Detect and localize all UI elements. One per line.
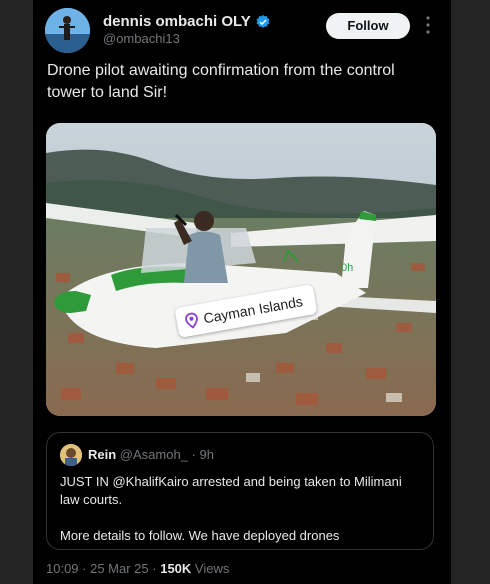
quoted-author-name: Rein: [88, 447, 117, 462]
svg-text:I0h: I0h: [338, 262, 353, 274]
post-image[interactable]: I0h Cayman Islands: [46, 123, 436, 416]
views-count: 150K: [160, 561, 192, 576]
location-pin-icon: [185, 312, 198, 329]
author-handle[interactable]: @ombachi13: [103, 31, 180, 46]
post-time[interactable]: 10:09: [46, 561, 79, 576]
quoted-separator: ·: [187, 447, 200, 462]
tweet-text: Drone pilot awaiting confirmation from t…: [47, 62, 395, 101]
follow-button[interactable]: Follow: [326, 13, 410, 39]
quoted-author-avatar: [60, 444, 82, 466]
quoted-line-1: JUST IN @KhalifKairo arrested and being …: [60, 474, 402, 507]
author-avatar[interactable]: [45, 8, 90, 53]
views-label: Views: [194, 561, 230, 576]
author-name-row: dennis ombachi OLY: [103, 13, 271, 30]
quoted-header: Rein @Asamoh_ · 9h: [88, 447, 214, 462]
quoted-author-handle: @Asamoh_: [119, 447, 188, 462]
post-date[interactable]: 25 Mar 25: [90, 561, 149, 576]
quoted-tweet[interactable]: Rein @Asamoh_ · 9h JUST IN @KhalifKairo …: [46, 432, 434, 550]
quoted-line-2: More details to follow. We have deployed…: [60, 528, 340, 543]
tweet-footer: 10:09 · 25 Mar 25 · 150K Views: [46, 561, 230, 576]
tweet-card: dennis ombachi OLY @ombachi13 Follow Dro…: [33, 0, 451, 584]
quoted-text: JUST IN @KhalifKairo arrested and being …: [60, 473, 420, 545]
more-vertical-icon[interactable]: [423, 14, 433, 36]
verified-badge-icon: [256, 14, 270, 28]
quoted-time: 9h: [199, 447, 214, 462]
author-display-name[interactable]: dennis ombachi OLY: [103, 13, 251, 30]
